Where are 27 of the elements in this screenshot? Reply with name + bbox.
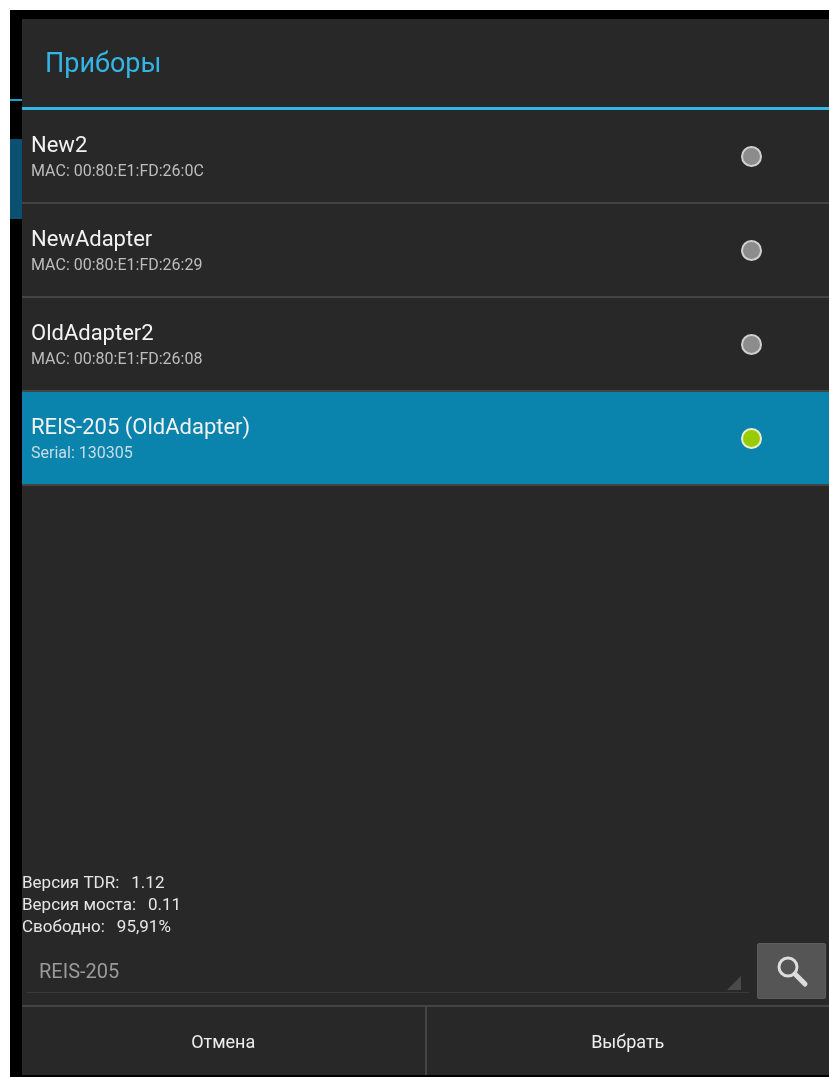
device-name: OldAdapter2 <box>31 320 154 345</box>
device-detail: MAC: 00:80:E1:FD:26:08 <box>31 349 203 368</box>
device-item[interactable]: NewAdapter MAC: 00:80:E1:FD:26:29 <box>22 204 829 298</box>
device-spinner[interactable]: REIS-205 <box>27 949 749 993</box>
info-label: Версия TDR: <box>22 871 120 893</box>
device-detail: MAC: 00:80:E1:FD:26:29 <box>31 255 203 274</box>
status-dot-icon <box>741 427 762 449</box>
dropdown-corner-icon <box>727 976 741 990</box>
status-dot-icon <box>741 145 762 167</box>
device-name: New2 <box>31 132 88 157</box>
status-dot-icon <box>741 333 762 355</box>
device-detail: Serial: 130305 <box>31 443 133 462</box>
dialog-title: Приборы <box>22 19 829 110</box>
info-label: Свободно: <box>22 915 105 937</box>
device-detail: MAC: 00:80:E1:FD:26:0C <box>31 161 204 180</box>
dialog-button[interactable]: Отмена <box>22 1007 425 1075</box>
info-value: 1.12 <box>131 871 165 893</box>
info-label: Версия моста: <box>22 893 137 915</box>
info-value: 95,91% <box>116 915 171 937</box>
device-name: NewAdapter <box>31 226 153 251</box>
info-value: 0.11 <box>148 893 182 915</box>
device-name: REIS-205 (OldAdapter) <box>31 414 251 439</box>
search-button[interactable] <box>757 943 826 999</box>
status-dot-icon <box>741 239 762 261</box>
device-item[interactable]: REIS-205 (OldAdapter) Serial: 130305 <box>22 392 829 486</box>
device-item[interactable]: New2 MAC: 00:80:E1:FD:26:0C <box>22 110 829 204</box>
dialog-button[interactable]: Выбрать <box>424 1007 829 1075</box>
